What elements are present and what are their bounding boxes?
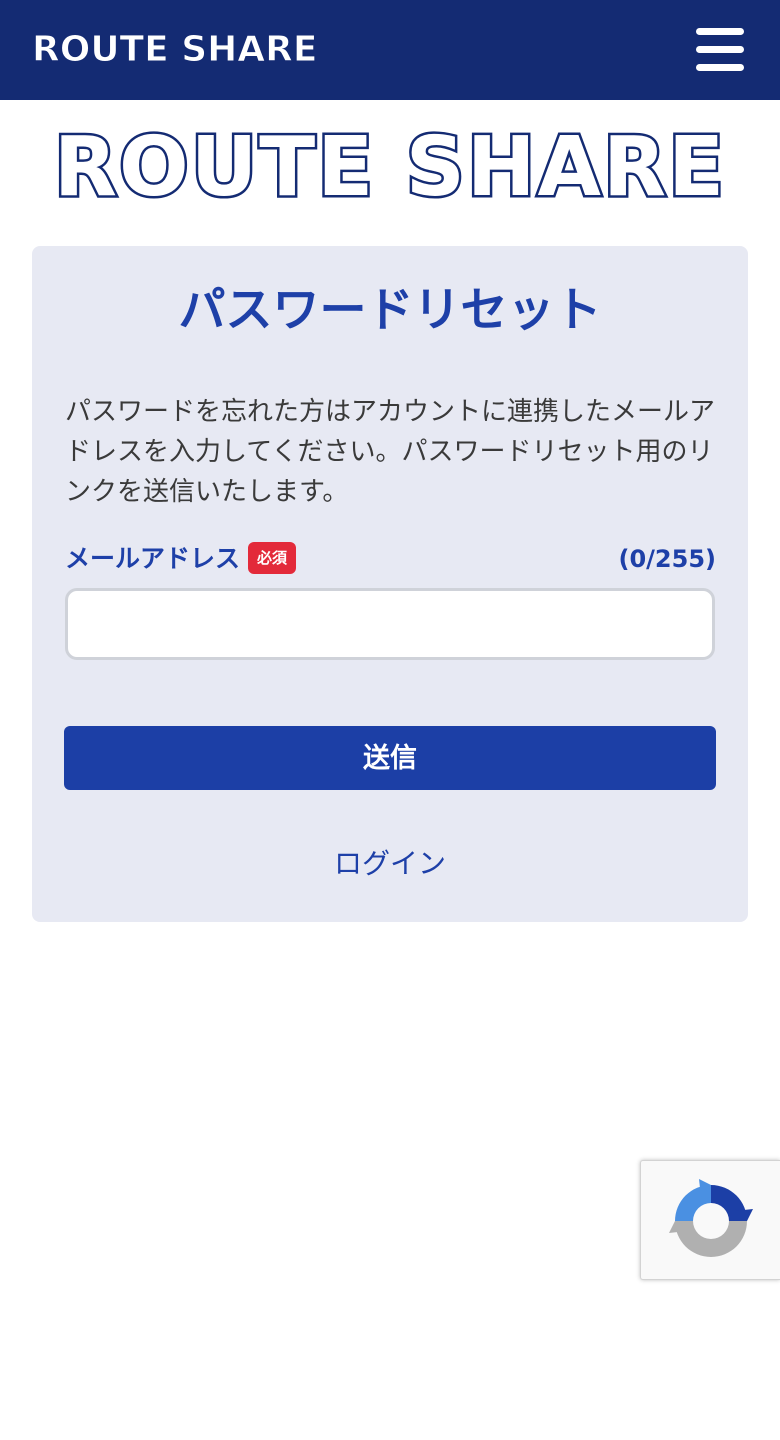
header-logo[interactable]: ROUTE SHARE [31,26,317,74]
email-field-label: メールアドレス [65,544,241,573]
email-input[interactable] [65,588,715,660]
page-title: パスワードリセット [178,283,602,338]
password-reset-card [32,246,748,922]
instruction-text: パスワードを忘れた方はアカウントに連携したメールアドレスを入力してください。パス… [65,397,716,507]
hamburger-menu-button[interactable] [690,24,750,76]
top-header: ROUTE SHARE [0,0,780,100]
recaptcha-badge[interactable] [640,1160,780,1280]
character-counter: (0/255) [618,545,717,573]
submit-button[interactable]: 送信 [64,726,716,790]
recaptcha-icon [669,1179,753,1257]
required-badge: 必須 [248,542,296,574]
main-logo: ROUTE SHARE [51,118,727,218]
login-link[interactable]: ログイン [0,842,780,886]
